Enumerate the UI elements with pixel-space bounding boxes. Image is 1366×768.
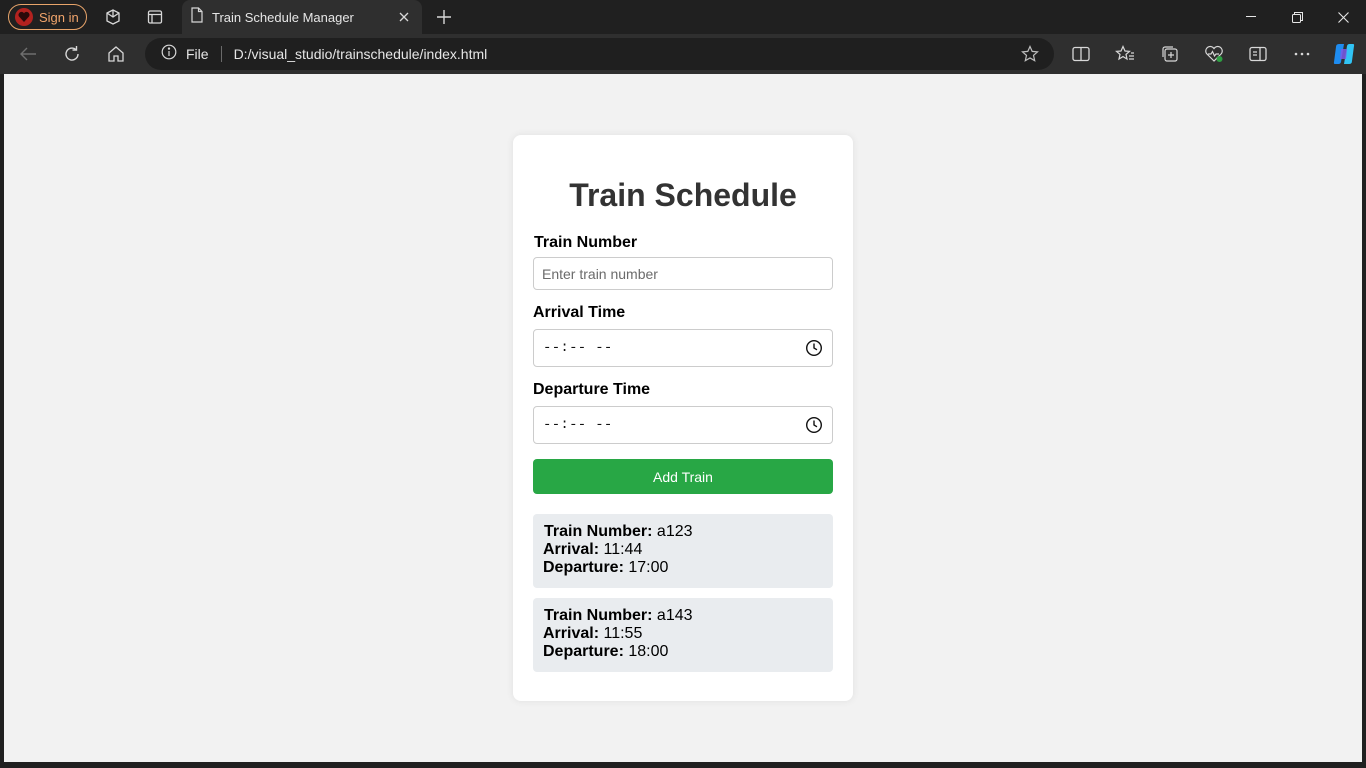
- restore-icon[interactable]: [1274, 0, 1320, 34]
- arrival-row: Arrival: 11:55: [543, 625, 823, 643]
- workspaces-icon[interactable]: [101, 5, 125, 29]
- departure-time-value: --:-- --: [543, 417, 613, 433]
- active-tab[interactable]: Train Schedule Manager: [182, 0, 422, 34]
- favorite-star-icon[interactable]: [1020, 44, 1040, 64]
- departure-key: Departure:: [543, 559, 624, 576]
- more-options-icon[interactable]: [1288, 40, 1316, 68]
- train-number-key: Train Number:: [544, 607, 653, 624]
- departure-value: 17:00: [628, 559, 669, 576]
- train-number-key: Train Number:: [544, 523, 653, 540]
- arrival-value: 11:55: [603, 625, 643, 642]
- copilot-icon[interactable]: [1330, 40, 1358, 68]
- address-bar[interactable]: File D:/visual_studio/trainschedule/inde…: [145, 38, 1054, 70]
- back-icon[interactable]: [14, 40, 42, 68]
- arrival-time-value: --:-- --: [543, 340, 613, 356]
- schedule-card: Train Schedule Train Number Arrival Time…: [513, 135, 853, 701]
- browser-toolbar: File D:/visual_studio/trainschedule/inde…: [0, 34, 1366, 74]
- train-number-value: a143: [656, 607, 693, 624]
- departure-time-input[interactable]: --:-- --: [533, 406, 833, 444]
- profile-avatar-icon: [15, 8, 33, 26]
- departure-row: Departure: 18:00: [543, 643, 823, 661]
- train-number-value: a123: [656, 523, 693, 540]
- close-tab-icon[interactable]: [392, 5, 416, 29]
- arrival-key: Arrival:: [543, 541, 600, 558]
- arrival-row: Arrival: 11:44: [543, 541, 823, 559]
- favorites-icon[interactable]: [1111, 40, 1139, 68]
- tab-actions-icon[interactable]: [143, 5, 167, 29]
- arrival-time-label: Arrival Time: [533, 304, 626, 321]
- train-number-row: Train Number: a123: [543, 523, 823, 541]
- sign-in-button[interactable]: Sign in: [8, 4, 87, 30]
- page-viewport: Train Schedule Train Number Arrival Time…: [4, 74, 1362, 762]
- departure-key: Departure:: [543, 643, 624, 660]
- address-url[interactable]: D:/visual_studio/trainschedule/index.htm…: [234, 46, 488, 62]
- page-icon: [190, 6, 204, 28]
- clock-icon[interactable]: [805, 416, 823, 434]
- clock-icon[interactable]: [805, 339, 823, 357]
- refresh-icon[interactable]: [58, 40, 86, 68]
- arrival-time-input[interactable]: --:-- --: [533, 329, 833, 367]
- train-number-label: Train Number: [534, 234, 638, 251]
- window-bottom-edge: [0, 762, 1366, 768]
- address-divider: [220, 46, 222, 62]
- add-train-button[interactable]: Add Train: [533, 459, 833, 494]
- departure-row: Departure: 17:00: [543, 559, 823, 577]
- arrival-key: Arrival:: [543, 625, 600, 642]
- split-screen-icon[interactable]: [1067, 40, 1095, 68]
- browser-title-bar: Sign in Train Schedule Manager: [0, 0, 1366, 34]
- sidebar-icon[interactable]: [1244, 40, 1272, 68]
- tab-title: Train Schedule Manager: [212, 9, 354, 25]
- train-list: Train Number: a123 Arrival: 11:44 Depart…: [533, 514, 833, 672]
- train-list-item: Train Number: a143 Arrival: 11:55 Depart…: [533, 598, 833, 672]
- departure-value: 18:00: [628, 643, 669, 660]
- departure-time-label: Departure Time: [533, 381, 651, 398]
- arrival-value: 11:44: [603, 541, 643, 558]
- home-icon[interactable]: [102, 40, 130, 68]
- new-tab-icon[interactable]: [431, 4, 457, 30]
- close-window-icon[interactable]: [1320, 0, 1366, 34]
- train-list-item: Train Number: a123 Arrival: 11:44 Depart…: [533, 514, 833, 588]
- page-title: Train Schedule: [569, 177, 797, 213]
- collections-icon[interactable]: [1156, 40, 1184, 68]
- info-icon[interactable]: [161, 44, 177, 65]
- train-number-input[interactable]: [533, 257, 833, 290]
- sign-in-label: Sign in: [39, 9, 79, 25]
- address-scheme: File: [186, 46, 209, 62]
- train-number-row: Train Number: a143: [543, 607, 823, 625]
- browser-essentials-icon[interactable]: [1200, 40, 1228, 68]
- minimize-icon[interactable]: [1228, 0, 1274, 34]
